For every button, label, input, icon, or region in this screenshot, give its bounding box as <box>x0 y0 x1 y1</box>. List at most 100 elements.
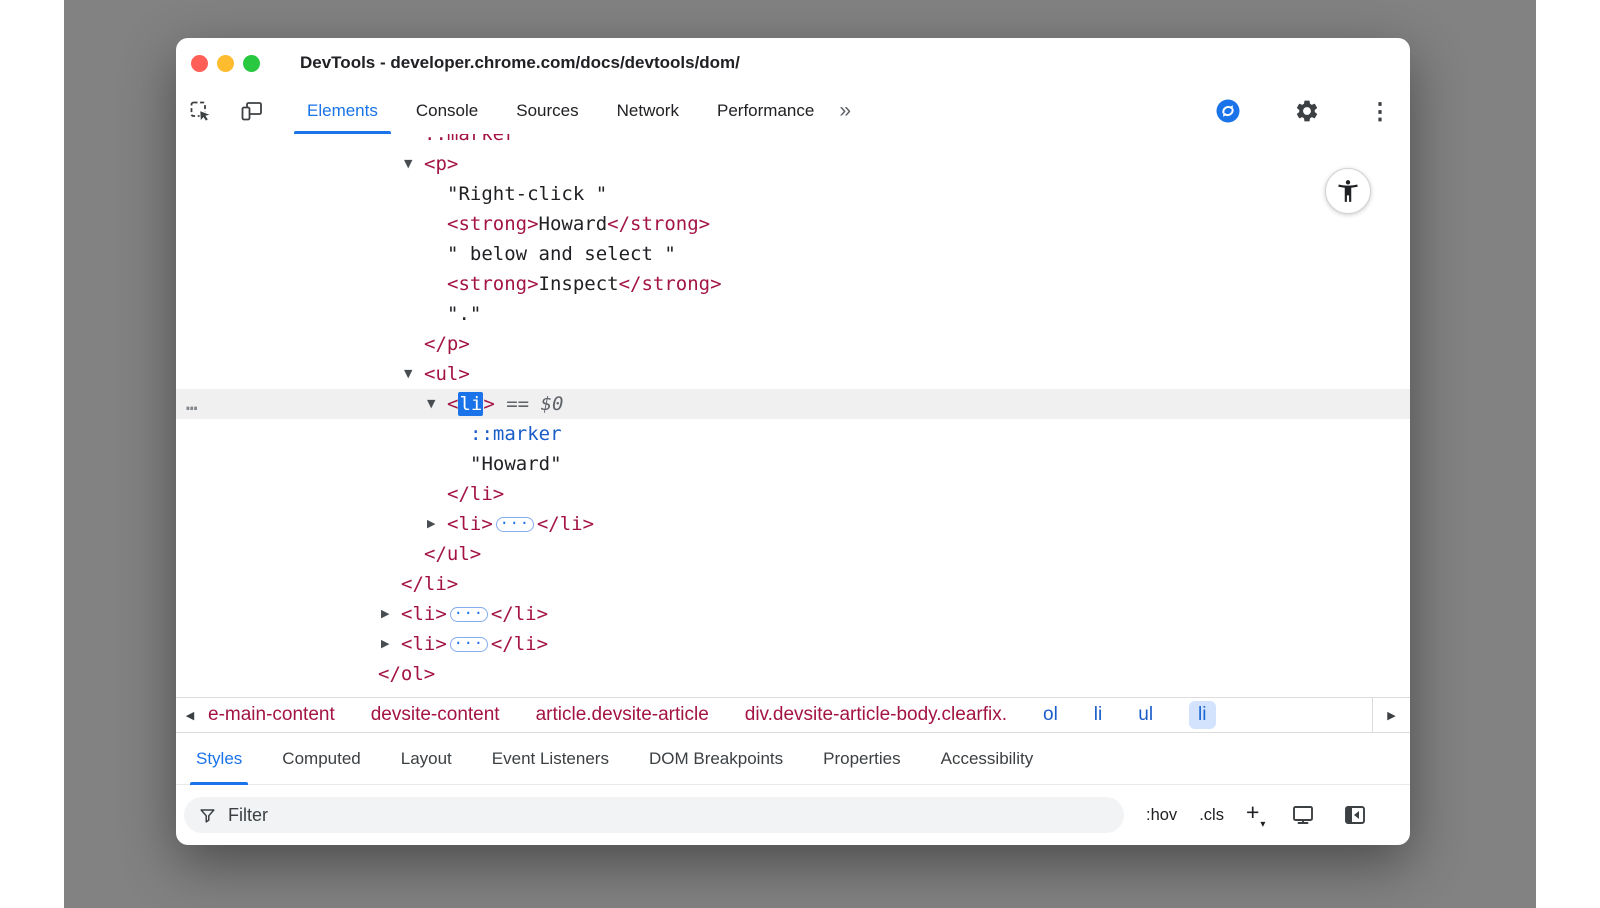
tab-properties[interactable]: Properties <box>803 733 920 785</box>
breadcrumb-item-div-devsite-article-body-clearfix-[interactable]: div.devsite-article-body.clearfix. <box>745 704 1007 726</box>
dom-tag: </li> <box>401 573 458 595</box>
dom-tree-line[interactable]: ▼…<li> == $0 <box>176 389 1410 419</box>
minimize-button[interactable] <box>217 55 234 72</box>
toolbar-right: ⋮ <box>1214 97 1410 125</box>
dom-tree-line[interactable]: </li> <box>176 569 1410 599</box>
dom-tag: <strong> <box>447 213 539 235</box>
dom-tree-line[interactable]: ▶<li>···</li> <box>176 629 1410 659</box>
dom-tag: </p> <box>424 333 470 355</box>
expand-arrow-icon[interactable]: ▶ <box>427 509 435 539</box>
dom-tag: > <box>483 393 494 415</box>
sync-icon <box>1214 97 1242 125</box>
dom-tree-line[interactable]: "Howard" <box>176 449 1410 479</box>
dom-text-node: "Right-click " <box>447 183 607 205</box>
row-overflow-dots-icon[interactable]: … <box>186 389 198 419</box>
tab-network[interactable]: Network <box>598 88 698 134</box>
expand-arrow-icon[interactable]: ▶ <box>381 629 389 659</box>
dom-tree-line[interactable]: " below and select " <box>176 239 1410 269</box>
styles-tabs: StylesComputedLayoutEvent ListenersDOM B… <box>176 733 1410 785</box>
dom-tree-line[interactable]: </ul> <box>176 539 1410 569</box>
collapse-arrow-icon[interactable]: ▼ <box>427 389 435 419</box>
dom-tree-line[interactable]: ▼ <p> <box>176 149 1410 179</box>
dom-text-node: "Howard" <box>470 453 562 475</box>
dom-tag: <li> <box>401 603 447 625</box>
tab-computed[interactable]: Computed <box>262 733 380 785</box>
dom-pseudo-element: ::marker <box>470 423 562 445</box>
kebab-icon: ⋮ <box>1369 99 1392 123</box>
dom-tree-line[interactable]: </p> <box>176 329 1410 359</box>
desktop-background: DevTools - developer.chrome.com/docs/dev… <box>64 0 1536 908</box>
toggle-class-button[interactable]: .cls <box>1199 806 1224 825</box>
inspect-element-button[interactable] <box>188 99 212 123</box>
inline-expand-icon[interactable]: ··· <box>496 517 534 532</box>
breadcrumb-item-e-main-content[interactable]: e-main-content <box>208 704 335 726</box>
chevron-left-icon: ◀ <box>186 709 194 722</box>
maximize-button[interactable] <box>243 55 260 72</box>
breadcrumb-item-li[interactable]: li <box>1094 704 1102 726</box>
breadcrumb-item-devsite-content[interactable]: devsite-content <box>371 704 500 726</box>
collapse-arrow-icon[interactable]: ▼ <box>404 359 412 389</box>
devtools-window: DevTools - developer.chrome.com/docs/dev… <box>176 38 1410 845</box>
dom-tree-line[interactable]: "." <box>176 299 1410 329</box>
sync-button[interactable] <box>1214 97 1242 125</box>
breadcrumb-item-li[interactable]: li <box>1189 701 1215 729</box>
settings-button[interactable] <box>1294 98 1320 124</box>
filter-input-wrapper[interactable] <box>184 797 1124 833</box>
dom-text-node: "." <box>447 303 481 325</box>
dom-tag: <strong> <box>447 273 539 295</box>
tab-performance[interactable]: Performance <box>698 88 833 134</box>
dom-tree-line[interactable]: ▼ <ul> <box>176 359 1410 389</box>
breadcrumb-scroll-left-button[interactable]: ◀ <box>176 698 204 732</box>
collapse-arrow-icon[interactable]: ▼ <box>404 149 412 179</box>
new-style-rule-button[interactable]: +▾ <box>1246 800 1264 830</box>
dom-tree-line[interactable]: </li> <box>176 479 1410 509</box>
dom-tree-line[interactable]: "Right-click " <box>176 179 1410 209</box>
dom-tree-line[interactable]: ::marker <box>176 134 1410 149</box>
breadcrumb-item-ul[interactable]: ul <box>1138 704 1153 726</box>
breadcrumb-item-article-devsite-article[interactable]: article.devsite-article <box>536 704 709 726</box>
tab-layout[interactable]: Layout <box>381 733 472 785</box>
dom-operator: == <box>495 393 541 415</box>
dom-tree-line[interactable]: </ol> <box>176 659 1410 689</box>
dom-text-node: Inspect <box>539 273 619 295</box>
dom-tag: <p> <box>424 153 458 175</box>
filter-input[interactable] <box>228 805 1110 826</box>
inline-expand-icon[interactable]: ··· <box>450 637 488 652</box>
more-options-button[interactable]: ⋮ <box>1372 99 1388 123</box>
dom-tree-line[interactable]: ▶<li>···</li> <box>176 509 1410 539</box>
inline-expand-icon[interactable]: ··· <box>450 607 488 622</box>
chevron-right-icon: ▶ <box>1387 709 1395 722</box>
breadcrumb: ◀ e-main-content devsite-content article.d… <box>176 697 1410 733</box>
device-toolbar-icon <box>240 99 264 123</box>
dom-tag: </li> <box>491 603 548 625</box>
dom-tree-line[interactable]: ::marker <box>176 419 1410 449</box>
device-toolbar-button[interactable] <box>240 99 264 123</box>
breadcrumb-list: e-main-content devsite-content article.dev… <box>208 701 1216 729</box>
breadcrumb-item-ol[interactable]: ol <box>1043 704 1058 726</box>
dom-text-node: Howard <box>539 213 608 235</box>
toggle-element-state-button[interactable]: :hov <box>1146 806 1177 825</box>
dom-tag: < <box>447 393 458 415</box>
dom-tree-line[interactable]: ▶ <li>···</li> <box>176 599 1410 629</box>
toggle-sidebar-button[interactable] <box>1342 802 1368 828</box>
tab-sources[interactable]: Sources <box>497 88 597 134</box>
close-button[interactable] <box>191 55 208 72</box>
dom-tag: <ul> <box>424 363 470 385</box>
tab-dom-breakpoints[interactable]: DOM Breakpoints <box>629 733 803 785</box>
tab-event-listeners[interactable]: Event Listeners <box>472 733 629 785</box>
console-reference: $0 <box>541 393 564 415</box>
tab-accessibility[interactable]: Accessibility <box>921 733 1054 785</box>
gear-icon <box>1294 98 1320 124</box>
expand-arrow-icon[interactable]: ▶ <box>381 599 389 629</box>
tab-elements[interactable]: Elements <box>288 88 397 134</box>
tab-styles[interactable]: Styles <box>176 733 262 785</box>
dom-tree-line[interactable]: <strong>Howard</strong> <box>176 209 1410 239</box>
window-title: DevTools - developer.chrome.com/docs/dev… <box>300 53 740 73</box>
dom-tag: </li> <box>491 633 548 655</box>
more-tabs-button[interactable]: » <box>839 88 851 134</box>
rendering-emulation-button[interactable] <box>1290 802 1316 828</box>
dom-tree-line[interactable]: <strong>Inspect</strong> <box>176 269 1410 299</box>
tab-console[interactable]: Console <box>397 88 497 134</box>
accessibility-button[interactable] <box>1325 168 1371 214</box>
breadcrumb-scroll-right-button[interactable]: ▶ <box>1372 698 1410 732</box>
